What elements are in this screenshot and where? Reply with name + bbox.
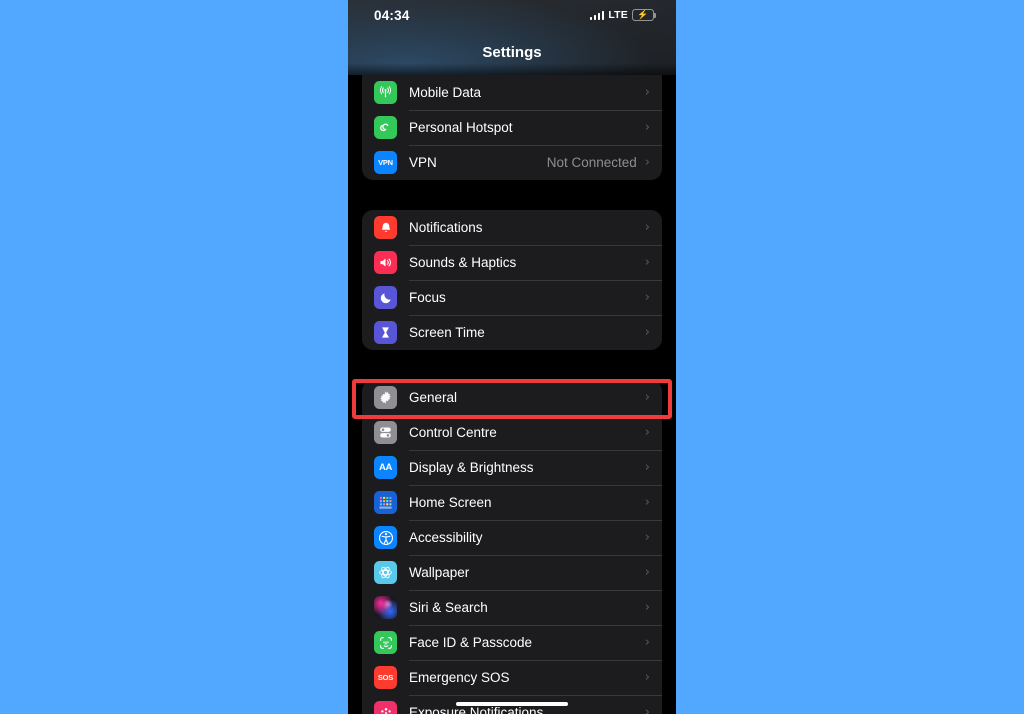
chevron-right-icon: › [644, 220, 650, 235]
settings-row-label: Focus [409, 290, 446, 305]
settings-row-label: Sounds & Haptics [409, 255, 517, 270]
settings-row-personal-hotspot[interactable]: Personal Hotspot › [362, 110, 662, 145]
settings-row-face-id-passcode[interactable]: Face ID & Passcode › [362, 625, 662, 660]
settings-row-label: Control Centre [409, 425, 497, 440]
settings-row-label: Face ID & Passcode [409, 635, 533, 650]
notifications-icon [374, 216, 397, 239]
settings-row-label: Mobile Data [409, 85, 482, 100]
settings-row-display-brightness[interactable]: AA Display & Brightness › [362, 450, 662, 485]
siri-icon [374, 596, 397, 619]
mobile-data-icon [374, 81, 397, 104]
status-bar-indicators: LTE ⚡ [589, 9, 657, 21]
settings-row-label: Personal Hotspot [409, 120, 513, 135]
gear-icon [374, 386, 397, 409]
settings-row-label: Emergency SOS [409, 670, 510, 685]
settings-row-label: General [409, 390, 458, 405]
settings-group-alerts: Notifications › Sounds & Haptics › Focus… [362, 210, 662, 350]
settings-group-system: General › Control Centre › AA Display & … [362, 380, 662, 714]
chevron-right-icon: › [644, 425, 650, 440]
battery-charging-icon: ⚡ [632, 9, 657, 21]
settings-row-label: Siri & Search [409, 600, 488, 615]
personal-hotspot-icon [374, 116, 397, 139]
home-screen-icon [374, 491, 397, 514]
accessibility-icon [374, 526, 397, 549]
settings-row-label: Exposure Notifications [409, 705, 544, 714]
status-bar: 04:34 LTE ⚡ [348, 0, 676, 30]
screen-time-icon [374, 321, 397, 344]
chevron-right-icon: › [644, 325, 650, 340]
settings-scroll-list[interactable]: Mobile Data › Personal Hotspot › VPN VPN… [348, 75, 676, 714]
display-brightness-icon: AA [374, 456, 397, 479]
chevron-right-icon: › [644, 495, 650, 510]
signal-bars-icon [589, 10, 605, 20]
settings-row-notifications[interactable]: Notifications › [362, 210, 662, 245]
chevron-right-icon: › [644, 600, 650, 615]
settings-row-label: Accessibility [409, 530, 483, 545]
vpn-icon: VPN [374, 151, 397, 174]
phone-screen: 04:34 LTE ⚡ Settings Mobile Data › Perso… [348, 0, 676, 714]
chevron-right-icon: › [644, 705, 650, 714]
face-id-icon [374, 631, 397, 654]
chevron-right-icon: › [644, 530, 650, 545]
settings-row-label: Notifications [409, 220, 483, 235]
settings-row-value: Not Connected [546, 155, 637, 170]
settings-row-mobile-data[interactable]: Mobile Data › [362, 75, 662, 110]
settings-row-label: Display & Brightness [409, 460, 534, 475]
settings-row-label: Home Screen [409, 495, 492, 510]
page-title: Settings [482, 44, 542, 61]
focus-moon-icon [374, 286, 397, 309]
wallpaper-icon [374, 561, 397, 584]
settings-row-general[interactable]: General › [362, 380, 662, 415]
chevron-right-icon: › [644, 255, 650, 270]
settings-row-accessibility[interactable]: Accessibility › [362, 520, 662, 555]
chevron-right-icon: › [644, 460, 650, 475]
sos-icon: SOS [374, 666, 397, 689]
chevron-right-icon: › [644, 120, 650, 135]
home-indicator [456, 701, 568, 706]
settings-row-focus[interactable]: Focus › [362, 280, 662, 315]
settings-row-label: Screen Time [409, 325, 485, 340]
chevron-right-icon: › [644, 390, 650, 405]
settings-row-control-centre[interactable]: Control Centre › [362, 415, 662, 450]
chevron-right-icon: › [644, 670, 650, 685]
chevron-right-icon: › [644, 565, 650, 580]
exposure-notifications-icon [374, 701, 397, 714]
settings-row-label: VPN [409, 155, 437, 170]
chevron-right-icon: › [644, 155, 650, 170]
control-centre-icon [374, 421, 397, 444]
settings-row-emergency-sos[interactable]: SOS Emergency SOS › [362, 660, 662, 695]
chevron-right-icon: › [644, 635, 650, 650]
status-bar-time: 04:34 [374, 7, 410, 23]
settings-row-siri-search[interactable]: Siri & Search › [362, 590, 662, 625]
chevron-right-icon: › [644, 85, 650, 100]
settings-row-label: Wallpaper [409, 565, 470, 580]
chevron-right-icon: › [644, 290, 650, 305]
settings-row-screen-time[interactable]: Screen Time › [362, 315, 662, 350]
settings-row-vpn[interactable]: VPN VPN Not Connected › [362, 145, 662, 180]
settings-row-wallpaper[interactable]: Wallpaper › [362, 555, 662, 590]
settings-group-connectivity: Mobile Data › Personal Hotspot › VPN VPN… [362, 75, 662, 180]
settings-row-sounds-haptics[interactable]: Sounds & Haptics › [362, 245, 662, 280]
sounds-icon [374, 251, 397, 274]
settings-row-home-screen[interactable]: Home Screen › [362, 485, 662, 520]
network-type-label: LTE [608, 9, 628, 21]
